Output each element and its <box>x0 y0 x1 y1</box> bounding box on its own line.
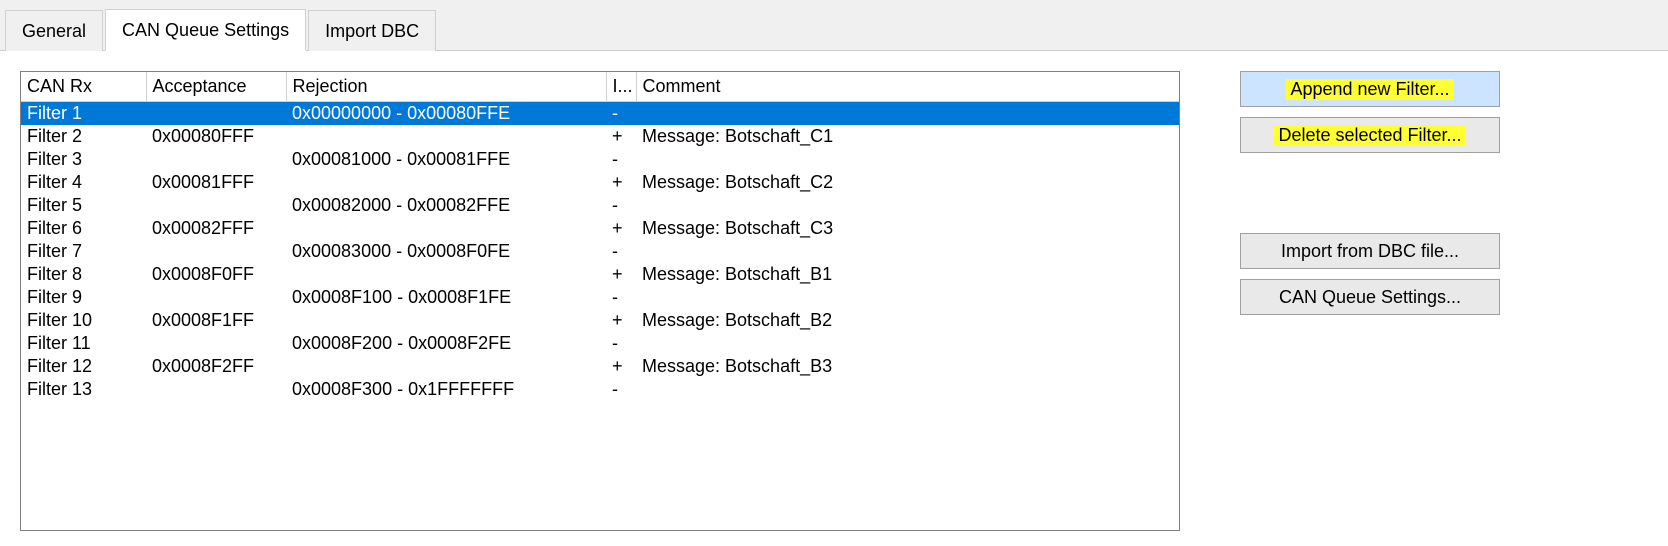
cell-name: Filter 8 <box>21 263 146 286</box>
cell-acceptance: 0x00082FFF <box>146 217 286 240</box>
cell-acceptance: 0x00081FFF <box>146 171 286 194</box>
table-row[interactable]: Filter 20x00080FFF +Message: Botschaft_C1 <box>21 125 1179 148</box>
cell-rejection <box>286 217 606 240</box>
append-new-filter-button[interactable]: Append new Filter... <box>1240 71 1500 107</box>
cell-rejection: 0x0008F100 - 0x0008F1FE <box>286 286 606 309</box>
table-row[interactable]: Filter 7 0x00083000 - 0x0008F0FE- <box>21 240 1179 263</box>
cell-i: + <box>606 171 636 194</box>
col-i[interactable]: I... <box>606 72 636 102</box>
cell-comment: Message: Botschaft_B3 <box>636 355 1179 378</box>
table-row[interactable]: Filter 100x0008F1FF +Message: Botschaft_B… <box>21 309 1179 332</box>
cell-name: Filter 3 <box>21 148 146 171</box>
cell-i: - <box>606 148 636 171</box>
cell-name: Filter 1 <box>21 102 146 126</box>
cell-comment: Message: Botschaft_C1 <box>636 125 1179 148</box>
table-row[interactable]: Filter 11 0x0008F200 - 0x0008F2FE- <box>21 332 1179 355</box>
table-row[interactable]: Filter 5 0x00082000 - 0x00082FFE- <box>21 194 1179 217</box>
cell-comment <box>636 286 1179 309</box>
cell-i: - <box>606 286 636 309</box>
table-row[interactable]: Filter 120x0008F2FF +Message: Botschaft_B… <box>21 355 1179 378</box>
cell-i: - <box>606 378 636 401</box>
cell-rejection: 0x0008F200 - 0x0008F2FE <box>286 332 606 355</box>
table-row[interactable]: Filter 80x0008F0FF +Message: Botschaft_B1 <box>21 263 1179 286</box>
col-comment[interactable]: Comment <box>636 72 1179 102</box>
table-row[interactable]: Filter 3 0x00081000 - 0x00081FFE- <box>21 148 1179 171</box>
cell-comment <box>636 102 1179 126</box>
cell-rejection <box>286 355 606 378</box>
cell-comment <box>636 332 1179 355</box>
cell-acceptance: 0x0008F2FF <box>146 355 286 378</box>
table-row[interactable]: Filter 40x00081FFF +Message: Botschaft_C2 <box>21 171 1179 194</box>
cell-acceptance: 0x0008F0FF <box>146 263 286 286</box>
cell-comment: Message: Botschaft_B2 <box>636 309 1179 332</box>
cell-i: + <box>606 263 636 286</box>
can-queue-settings-button[interactable]: CAN Queue Settings... <box>1240 279 1500 315</box>
cell-comment <box>636 240 1179 263</box>
cell-comment: Message: Botschaft_B1 <box>636 263 1179 286</box>
cell-rejection: 0x0008F300 - 0x1FFFFFFF <box>286 378 606 401</box>
filter-table[interactable]: CAN Rx Acceptance Rejection I... Comment… <box>21 72 1179 401</box>
cell-acceptance <box>146 378 286 401</box>
col-rejection[interactable]: Rejection <box>286 72 606 102</box>
cell-acceptance <box>146 286 286 309</box>
cell-rejection: 0x00000000 - 0x00080FFE <box>286 102 606 126</box>
table-header-row: CAN Rx Acceptance Rejection I... Comment <box>21 72 1179 102</box>
cell-name: Filter 13 <box>21 378 146 401</box>
table-row[interactable]: Filter 60x00082FFF +Message: Botschaft_C3 <box>21 217 1179 240</box>
cell-rejection: 0x00082000 - 0x00082FFE <box>286 194 606 217</box>
cell-name: Filter 12 <box>21 355 146 378</box>
cell-i: + <box>606 309 636 332</box>
cell-acceptance <box>146 240 286 263</box>
cell-i: - <box>606 194 636 217</box>
cell-rejection: 0x00083000 - 0x0008F0FE <box>286 240 606 263</box>
cell-rejection <box>286 263 606 286</box>
cell-acceptance <box>146 148 286 171</box>
filter-table-container: CAN Rx Acceptance Rejection I... Comment… <box>20 71 1180 531</box>
side-buttons: Append new Filter... Delete selected Fil… <box>1240 71 1500 531</box>
delete-selected-filter-button[interactable]: Delete selected Filter... <box>1240 117 1500 153</box>
cell-acceptance <box>146 102 286 126</box>
button-label: Append new Filter... <box>1286 79 1453 100</box>
tab-import-dbc[interactable]: Import DBC <box>308 10 436 51</box>
col-can-rx[interactable]: CAN Rx <box>21 72 146 102</box>
cell-name: Filter 4 <box>21 171 146 194</box>
tab-strip: General CAN Queue Settings Import DBC <box>0 0 1668 51</box>
cell-comment: Message: Botschaft_C3 <box>636 217 1179 240</box>
cell-rejection <box>286 171 606 194</box>
table-row[interactable]: Filter 1 0x00000000 - 0x00080FFE- <box>21 102 1179 126</box>
button-label: Import from DBC file... <box>1277 241 1463 262</box>
cell-rejection: 0x00081000 - 0x00081FFE <box>286 148 606 171</box>
cell-comment <box>636 148 1179 171</box>
cell-comment <box>636 378 1179 401</box>
cell-name: Filter 9 <box>21 286 146 309</box>
cell-name: Filter 11 <box>21 332 146 355</box>
cell-i: - <box>606 332 636 355</box>
cell-i: + <box>606 355 636 378</box>
cell-rejection <box>286 309 606 332</box>
table-row[interactable]: Filter 13 0x0008F300 - 0x1FFFFFFF- <box>21 378 1179 401</box>
cell-i: - <box>606 102 636 126</box>
cell-acceptance: 0x0008F1FF <box>146 309 286 332</box>
col-acceptance[interactable]: Acceptance <box>146 72 286 102</box>
cell-name: Filter 7 <box>21 240 146 263</box>
cell-i: - <box>606 240 636 263</box>
cell-rejection <box>286 125 606 148</box>
cell-acceptance <box>146 194 286 217</box>
cell-comment: Message: Botschaft_C2 <box>636 171 1179 194</box>
cell-i: + <box>606 125 636 148</box>
button-label: Delete selected Filter... <box>1274 125 1465 146</box>
cell-name: Filter 2 <box>21 125 146 148</box>
cell-name: Filter 6 <box>21 217 146 240</box>
tab-general[interactable]: General <box>5 10 103 51</box>
cell-comment <box>636 194 1179 217</box>
import-from-dbc-button[interactable]: Import from DBC file... <box>1240 233 1500 269</box>
cell-name: Filter 10 <box>21 309 146 332</box>
cell-i: + <box>606 217 636 240</box>
cell-acceptance <box>146 332 286 355</box>
tab-can-queue-settings[interactable]: CAN Queue Settings <box>105 9 306 51</box>
cell-name: Filter 5 <box>21 194 146 217</box>
button-label: CAN Queue Settings... <box>1275 287 1465 308</box>
cell-acceptance: 0x00080FFF <box>146 125 286 148</box>
table-row[interactable]: Filter 9 0x0008F100 - 0x0008F1FE- <box>21 286 1179 309</box>
